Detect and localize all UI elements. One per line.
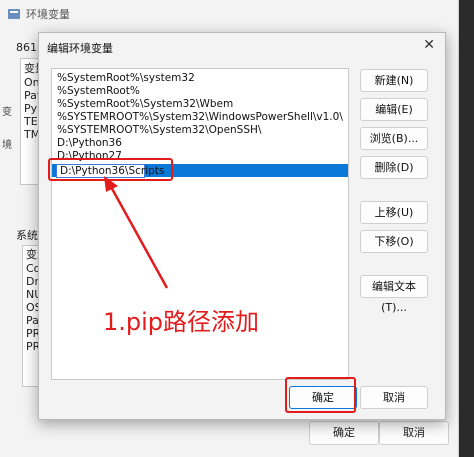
annotation-label: 1.pip路径添加 xyxy=(103,308,260,336)
annotation-arrow xyxy=(104,176,169,289)
